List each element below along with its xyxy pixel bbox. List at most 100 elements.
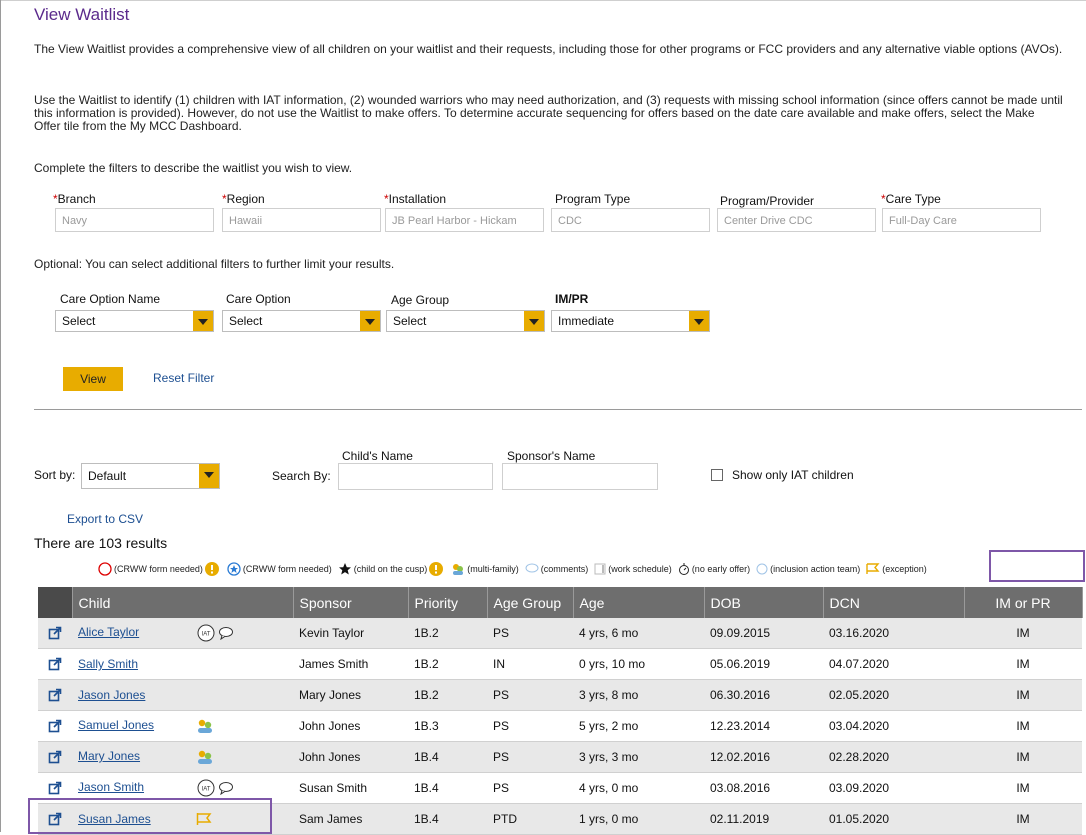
child-link[interactable]: Jason Smith — [78, 780, 144, 794]
im-or-pr-cell: IM — [964, 618, 1082, 649]
legend-crww-star-text: (CRWW form needed) — [242, 564, 332, 574]
program-provider-label: Program/Provider — [720, 194, 815, 208]
legend-crww-circle-text: (CRWW form needed) — [114, 564, 203, 574]
table-row: Samuel Jones John Jones 1B.3 PS 5 yrs, 2 mo 1… — [38, 710, 1082, 742]
header-dob[interactable]: DOB — [704, 587, 824, 618]
region-field[interactable]: Hawaii — [222, 208, 381, 232]
installation-field[interactable]: JB Pearl Harbor - Hickam — [385, 208, 544, 232]
program-provider-field[interactable]: Center Drive CDC — [717, 208, 876, 232]
child-link[interactable]: Sally Smith — [78, 657, 138, 671]
table-row: Jason Jones Mary Jones 1B.2 PS 3 yrs, 8 mo 06… — [38, 679, 1082, 711]
open-record-icon[interactable] — [38, 741, 72, 773]
age-cell: 3 yrs, 3 mo — [573, 741, 704, 773]
legend-multi-text: (multi-family) — [467, 564, 519, 574]
care-option-name-label: Care Option Name — [60, 292, 161, 306]
legend-exception-text: (exception) — [882, 564, 927, 574]
view-button[interactable]: View — [63, 367, 123, 391]
legend-work-text: (work schedule) — [608, 564, 672, 574]
header-im-or-pr[interactable]: IM or PR — [964, 587, 1083, 618]
intro-text: The View Waitlist provides a comprehensi… — [34, 42, 1063, 56]
iat-only-label: Show only IAT children — [732, 468, 854, 482]
optional-prompt: Optional: You can select additional filt… — [34, 257, 395, 271]
age-group-cell: PTD — [487, 803, 573, 835]
sponsor-cell: John Jones — [293, 710, 408, 742]
results-count: There are 103 results — [34, 535, 168, 551]
care-type-field[interactable]: Full-Day Care — [882, 208, 1041, 232]
care-option-name-select[interactable]: Select — [55, 310, 214, 332]
reset-filter-link[interactable]: Reset Filter — [153, 371, 214, 385]
header-open — [38, 587, 73, 618]
im-or-pr-cell: IM — [964, 648, 1082, 680]
export-csv-link[interactable]: Export to CSV — [67, 512, 143, 526]
age-cell: 5 yrs, 2 mo — [573, 710, 704, 742]
legend-multi: (multi-family) — [451, 562, 519, 576]
care-option-select[interactable]: Select — [222, 310, 381, 332]
child-cell: Mary Jones — [72, 741, 293, 773]
comment-icon — [525, 563, 539, 573]
branch-field[interactable]: Navy — [55, 208, 214, 232]
header-child[interactable]: Child — [72, 587, 294, 618]
sort-by-label: Sort by: — [34, 468, 76, 482]
warning-icon — [204, 562, 219, 576]
header-priority[interactable]: Priority — [408, 587, 488, 618]
open-record-icon[interactable] — [38, 648, 72, 680]
chevron-down-icon — [193, 311, 213, 331]
dob-cell: 02.11.2019 — [704, 803, 823, 835]
comment-icon — [219, 627, 233, 641]
priority-cell: 1B.3 — [408, 710, 487, 742]
child-link[interactable]: Alice Taylor — [78, 625, 139, 639]
sponsor-cell: Mary Jones — [293, 679, 408, 711]
dob-cell: 09.09.2015 — [704, 618, 823, 649]
open-record-icon[interactable] — [38, 679, 72, 711]
age-cell: 0 yrs, 10 mo — [573, 648, 704, 680]
iat-icon: IAT — [197, 779, 215, 797]
open-record-icon[interactable] — [38, 618, 72, 649]
row-highlight-box — [28, 798, 272, 834]
chevron-down-icon — [689, 311, 709, 331]
iat-only-checkbox[interactable] — [711, 469, 723, 481]
age-group-cell: PS — [487, 618, 573, 649]
dob-cell: 12.23.2014 — [704, 710, 823, 742]
legend-iat: (inclusion action team) — [756, 563, 860, 575]
care-option-label: Care Option — [226, 292, 291, 306]
dcn-cell: 02.05.2020 — [823, 679, 964, 711]
age-group-label: Age Group — [391, 293, 450, 307]
sponsor-cell: John Jones — [293, 741, 408, 773]
legend-crww-circle: (CRWW form needed) — [98, 562, 221, 576]
header-age[interactable]: Age — [573, 587, 705, 618]
age-group-cell: PS — [487, 772, 573, 804]
dob-cell: 06.30.2016 — [704, 679, 823, 711]
care-option-name-value: Select — [62, 314, 96, 328]
red-circle-icon — [98, 562, 112, 576]
age-group-cell: IN — [487, 648, 573, 680]
open-record-icon[interactable] — [38, 710, 72, 742]
exception-highlight-box — [989, 550, 1085, 582]
child-link[interactable]: Jason Jones — [78, 688, 145, 702]
child-name-input[interactable] — [338, 463, 493, 490]
age-group-cell: PS — [487, 710, 573, 742]
header-dcn[interactable]: DCN — [823, 587, 965, 618]
child-status-icons: IAT — [196, 779, 234, 797]
priority-cell: 1B.4 — [408, 803, 487, 835]
sponsor-name-input[interactable] — [502, 463, 658, 490]
im-pr-select[interactable]: Immediate — [551, 310, 710, 332]
instructions-text: Use the Waitlist to identify (1) childre… — [34, 93, 1063, 133]
flag-icon — [866, 563, 880, 574]
chevron-down-icon — [524, 311, 544, 331]
legend-cusp-text: (child on the cusp) — [353, 564, 428, 574]
region-label: *Region — [222, 192, 265, 206]
age-group-select[interactable]: Select — [386, 310, 545, 332]
sort-by-select[interactable]: Default — [81, 463, 220, 489]
comment-icon — [219, 782, 233, 796]
age-cell: 1 yrs, 0 mo — [573, 803, 704, 835]
header-age-group[interactable]: Age Group — [487, 587, 574, 618]
header-sponsor[interactable]: Sponsor — [293, 587, 409, 618]
program-type-field[interactable]: CDC — [551, 208, 710, 232]
legend-work: (work schedule) — [594, 563, 672, 575]
child-link[interactable]: Samuel Jones — [78, 718, 154, 732]
icon-legend: (CRWW form needed) (CRWW form needed) (c… — [98, 561, 933, 577]
childs-name-label: Child's Name — [342, 449, 413, 463]
age-cell: 4 yrs, 0 mo — [573, 772, 704, 804]
dcn-cell: 03.09.2020 — [823, 772, 964, 804]
child-link[interactable]: Mary Jones — [78, 749, 140, 763]
